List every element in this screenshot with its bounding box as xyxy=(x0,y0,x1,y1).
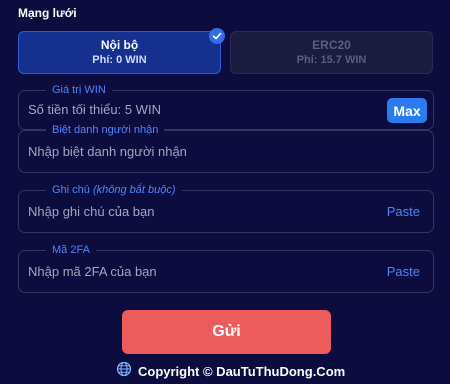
copyright-text: Copyright © DauTuThuDong.Com xyxy=(138,363,346,379)
nickname-field-label: Biệt danh người nhận xyxy=(46,123,165,137)
note-field[interactable]: Ghi chú (không bắt buộc) Nhập ghi chú củ… xyxy=(18,183,434,233)
twofa-input[interactable]: Nhập mã 2FA của bạn xyxy=(28,264,157,279)
network-option-erc20[interactable]: ERC20 Phí: 15.7 WIN xyxy=(230,31,433,74)
twofa-label-text: Mã 2FA xyxy=(52,244,90,256)
nickname-label-text: Biệt danh người nhận xyxy=(52,124,159,136)
paste-button-note[interactable]: Paste xyxy=(387,204,420,219)
network-option-fee: Phí: 0 WIN xyxy=(92,54,147,66)
twofa-field[interactable]: Mã 2FA Nhập mã 2FA của bạn Paste xyxy=(18,243,434,293)
twofa-field-label: Mã 2FA xyxy=(46,243,96,257)
paste-button-twofa[interactable]: Paste xyxy=(387,264,420,279)
amount-label-text: Giá trị WIN xyxy=(52,84,106,96)
note-field-label: Ghi chú (không bắt buộc) xyxy=(46,183,182,197)
submit-button[interactable]: Gửi xyxy=(122,310,331,354)
note-input[interactable]: Nhập ghi chú của bạn xyxy=(28,204,154,219)
footer-copyright: Copyright © DauTuThuDong.Com xyxy=(116,361,346,382)
network-option-fee: Phí: 15.7 WIN xyxy=(296,54,367,66)
amount-input[interactable]: Số tiền tối thiểu: 5 WIN xyxy=(28,102,161,117)
max-button[interactable]: Max xyxy=(387,98,427,123)
note-label-text: Ghi chú xyxy=(52,184,90,196)
nickname-field[interactable]: Biệt danh người nhận Nhập biệt danh ngườ… xyxy=(18,123,434,173)
nickname-input[interactable]: Nhập biệt danh người nhận xyxy=(28,144,187,159)
network-option-internal[interactable]: Nội bộ Phí: 0 WIN xyxy=(18,31,221,74)
network-option-name: Nội bộ xyxy=(100,38,139,52)
globe-icon xyxy=(116,361,132,382)
note-label-optional: (không bắt buộc) xyxy=(92,184,176,196)
amount-field-label: Giá trị WIN xyxy=(46,83,112,97)
network-option-name: ERC20 xyxy=(312,38,351,52)
network-section-title: Mạng lưới xyxy=(18,6,77,20)
check-icon xyxy=(209,28,225,44)
